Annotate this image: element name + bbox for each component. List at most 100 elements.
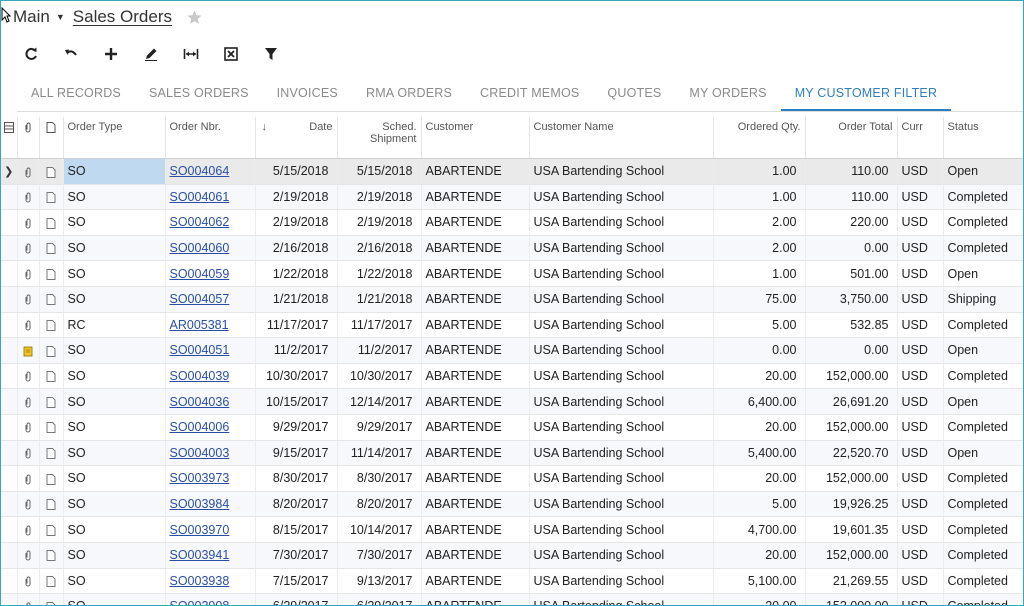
- cell-date[interactable]: 10/30/2017: [255, 363, 338, 390]
- cell-customer-name[interactable]: USA Bartending School: [529, 414, 714, 441]
- row-attachments[interactable]: [17, 516, 40, 543]
- cell-order-type[interactable]: SO: [63, 260, 166, 287]
- cell-order-type[interactable]: SO: [63, 414, 166, 441]
- col-curr[interactable]: Curr: [897, 117, 944, 159]
- cell-customer[interactable]: ABARTENDE: [421, 184, 530, 211]
- row-notes[interactable]: [39, 286, 64, 313]
- cell-date[interactable]: 1/21/2018: [255, 286, 338, 313]
- cell-sched-shipment[interactable]: 8/20/2017: [337, 491, 422, 518]
- table-row[interactable]: SO SO004059 1/22/2018 1/22/2018 ABARTENDE USA…: [1, 260, 1023, 287]
- cell-customer[interactable]: ABARTENDE: [421, 209, 530, 236]
- cell-customer-name[interactable]: USA Bartending School: [529, 158, 714, 185]
- cell-customer[interactable]: ABARTENDE: [421, 337, 530, 364]
- cell-customer[interactable]: ABARTENDE: [421, 542, 530, 569]
- cell-date[interactable]: 8/15/2017: [255, 516, 338, 543]
- order-link[interactable]: SO004051: [170, 343, 230, 357]
- row-notes[interactable]: [39, 312, 64, 339]
- cell-status[interactable]: Shipping: [943, 286, 1023, 313]
- cell-order-total[interactable]: 501.00: [805, 260, 898, 287]
- cell-date[interactable]: 9/29/2017: [255, 414, 338, 441]
- caret-down-icon[interactable]: ▼: [56, 12, 65, 22]
- cell-date[interactable]: 5/15/2018: [255, 158, 338, 185]
- cell-sched-shipment[interactable]: 9/29/2017: [337, 414, 422, 441]
- cell-customer-name[interactable]: USA Bartending School: [529, 465, 714, 492]
- row-attachments[interactable]: [17, 312, 40, 339]
- cell-ordered-qty[interactable]: 75.00: [713, 286, 806, 313]
- cell-customer[interactable]: ABARTENDE: [421, 312, 530, 339]
- cell-order-total[interactable]: 532.85: [805, 312, 898, 339]
- cell-date[interactable]: 9/15/2017: [255, 440, 338, 467]
- row-selector[interactable]: [1, 440, 18, 467]
- cell-status[interactable]: Completed: [943, 568, 1023, 595]
- cell-ordered-qty[interactable]: 1.00: [713, 184, 806, 211]
- row-attachments[interactable]: [17, 465, 40, 492]
- cell-status[interactable]: Open: [943, 260, 1023, 287]
- cell-order-total[interactable]: 152,000.00: [805, 414, 898, 441]
- cell-order-nbr[interactable]: SO003941: [165, 542, 256, 569]
- cell-curr[interactable]: USD: [897, 312, 944, 339]
- cell-sched-shipment[interactable]: 2/19/2018: [337, 209, 422, 236]
- filter-button[interactable]: [251, 42, 291, 66]
- cell-customer-name[interactable]: USA Bartending School: [529, 184, 714, 211]
- col-customer-name[interactable]: Customer Name: [529, 117, 714, 159]
- cell-sched-shipment[interactable]: 11/17/2017: [337, 312, 422, 339]
- cell-customer-name[interactable]: USA Bartending School: [529, 542, 714, 569]
- cell-curr[interactable]: USD: [897, 440, 944, 467]
- cell-order-nbr[interactable]: SO004059: [165, 260, 256, 287]
- cell-customer-name[interactable]: USA Bartending School: [529, 312, 714, 339]
- cell-date[interactable]: 11/2/2017: [255, 337, 338, 364]
- cell-sched-shipment[interactable]: 11/2/2017: [337, 337, 422, 364]
- cell-customer-name[interactable]: USA Bartending School: [529, 286, 714, 313]
- order-link[interactable]: SO003973: [170, 471, 230, 485]
- table-row[interactable]: SO SO004062 2/19/2018 2/19/2018 ABARTENDE USA…: [1, 209, 1023, 236]
- table-row[interactable]: SO SO004061 2/19/2018 2/19/2018 ABARTENDE USA…: [1, 184, 1023, 211]
- row-notes[interactable]: [39, 491, 64, 518]
- cell-order-nbr[interactable]: SO004060: [165, 235, 256, 262]
- order-link[interactable]: SO004061: [170, 190, 230, 204]
- table-row[interactable]: ❯ SO SO004064 5/15/2018 5/15/2018 ABARTENDE US…: [1, 158, 1023, 185]
- cell-order-total[interactable]: 26,691.20: [805, 388, 898, 415]
- cell-ordered-qty[interactable]: 5,100.00: [713, 568, 806, 595]
- cell-ordered-qty[interactable]: 5.00: [713, 491, 806, 518]
- cell-order-nbr[interactable]: SO004057: [165, 286, 256, 313]
- tab-my-customer-filter[interactable]: MY CUSTOMER FILTER: [780, 79, 952, 111]
- cell-order-nbr[interactable]: SO004036: [165, 388, 256, 415]
- cell-customer[interactable]: ABARTENDE: [421, 158, 530, 185]
- cell-order-total[interactable]: 0.00: [805, 235, 898, 262]
- workspace-menu[interactable]: Main: [13, 7, 50, 27]
- cell-customer-name[interactable]: USA Bartending School: [529, 337, 714, 364]
- refresh-button[interactable]: [11, 42, 51, 66]
- cell-status[interactable]: Completed: [943, 414, 1023, 441]
- row-attachments[interactable]: [17, 568, 40, 595]
- cell-curr[interactable]: USD: [897, 465, 944, 492]
- row-selector[interactable]: [1, 260, 18, 287]
- undo-button[interactable]: [51, 42, 91, 66]
- cell-customer-name[interactable]: USA Bartending School: [529, 440, 714, 467]
- cell-customer[interactable]: ABARTENDE: [421, 465, 530, 492]
- cell-status[interactable]: Completed: [943, 593, 1023, 605]
- table-row[interactable]: SO SO004060 2/16/2018 2/16/2018 ABARTENDE USA…: [1, 235, 1023, 262]
- row-attachments[interactable]: [17, 158, 40, 185]
- row-settings-header[interactable]: [1, 117, 18, 159]
- row-selector[interactable]: [1, 465, 18, 492]
- row-attachments[interactable]: [17, 440, 40, 467]
- cell-order-type[interactable]: SO: [63, 337, 166, 364]
- row-selector[interactable]: [1, 184, 18, 211]
- cell-date[interactable]: 2/19/2018: [255, 209, 338, 236]
- order-link[interactable]: SO003984: [170, 497, 230, 511]
- cell-order-type[interactable]: SO: [63, 209, 166, 236]
- attachments-header[interactable]: [17, 117, 40, 159]
- row-attachments[interactable]: [17, 491, 40, 518]
- cell-customer[interactable]: ABARTENDE: [421, 568, 530, 595]
- cell-sched-shipment[interactable]: 12/14/2017: [337, 388, 422, 415]
- cell-order-type[interactable]: SO: [63, 465, 166, 492]
- row-selector[interactable]: [1, 388, 18, 415]
- cell-order-nbr[interactable]: SO004061: [165, 184, 256, 211]
- cell-order-total[interactable]: 19,926.25: [805, 491, 898, 518]
- row-notes[interactable]: [39, 593, 64, 605]
- table-row[interactable]: SO SO004057 1/21/2018 1/21/2018 ABARTENDE USA…: [1, 286, 1023, 313]
- cell-order-total[interactable]: 0.00: [805, 337, 898, 364]
- order-link[interactable]: SO004064: [170, 164, 230, 178]
- cell-date[interactable]: 2/16/2018: [255, 235, 338, 262]
- row-selector[interactable]: [1, 235, 18, 262]
